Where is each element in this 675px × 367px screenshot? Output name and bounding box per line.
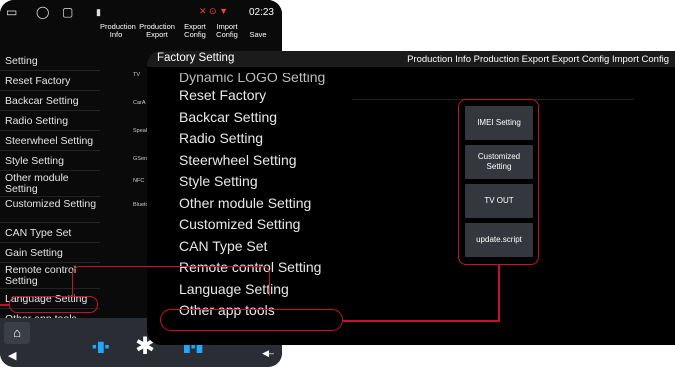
phone-item-reset-factory[interactable]: Reset Factory (0, 71, 100, 91)
highlight-panel-other-app-tools (160, 309, 343, 331)
phone-right-label-gsen: GSen (133, 156, 148, 162)
back-arrow-icon[interactable]: ◀ (8, 349, 16, 362)
panel-item-style[interactable]: Style Setting (179, 171, 325, 193)
phone-item-backcar[interactable]: Backcar Setting (0, 91, 100, 111)
panel-header: Factory Setting Production Info Producti… (147, 51, 675, 67)
home-icon[interactable]: ⌂ (4, 322, 30, 344)
menu-import-config[interactable]: Import Config (213, 23, 241, 47)
menu-export-config[interactable]: Export Config (182, 23, 208, 47)
menu-save[interactable]: Save (246, 31, 270, 39)
menu-production-info[interactable]: Production Info (100, 23, 136, 47)
connector-line-horizontal (343, 320, 500, 322)
recent-apps-icon: ◯ (36, 5, 50, 19)
panel-item-dynamic-logo[interactable]: Dynamic LOGO Setting (179, 73, 325, 85)
panel-item-reset-factory[interactable]: Reset Factory (179, 85, 325, 107)
panel-item-radio[interactable]: Radio Setting (179, 128, 325, 150)
screen-icon: ▢ (62, 5, 74, 19)
phone-item-steerwheel[interactable]: Steerwheel Setting (0, 131, 100, 151)
phone-item-gain[interactable]: Gain Setting (0, 243, 100, 263)
phone-item-can-type[interactable]: CAN Type Set (0, 223, 100, 243)
phone-item-other-module[interactable]: Other module Setting (0, 171, 100, 197)
phone-menu-bar: Production Info Production Export Export… (100, 23, 270, 47)
battery-icon: ▮ (96, 7, 101, 17)
phone-item-style[interactable]: Style Setting (0, 151, 100, 171)
connector-line-vertical (498, 265, 500, 321)
panel-menu[interactable]: Production Info Production Export Export… (407, 54, 669, 65)
window-icon: ▭ (6, 5, 18, 19)
left-level-icon[interactable]: ▪▮▪ (92, 338, 110, 355)
menu-production-export[interactable]: Production Export (137, 23, 177, 47)
status-time: 02:23 (248, 7, 274, 18)
phone-right-label-speal: Speal (133, 128, 148, 134)
panel-item-other-module[interactable]: Other module Setting (179, 193, 325, 215)
panel-item-can-type[interactable]: CAN Type Set (179, 236, 325, 258)
highlight-phone-other-app-tools (9, 296, 98, 313)
panel-item-steerwheel[interactable]: Steerwheel Setting (179, 150, 325, 172)
connector-line-left (0, 304, 10, 306)
highlight-tool-buttons (458, 99, 539, 265)
factory-setting-panel: Factory Setting Production Info Producti… (147, 51, 675, 345)
phone-right-label-tv: TV (133, 72, 141, 78)
panel-item-customized[interactable]: Customized Setting (179, 214, 325, 236)
phone-right-label-cara: CarA (133, 100, 146, 106)
phone-item-customized[interactable]: Customized Setting (0, 197, 100, 223)
phone-item-radio[interactable]: Radio Setting (0, 111, 100, 131)
connector-bracket (72, 266, 270, 296)
phone-item-setting[interactable]: Setting (0, 51, 100, 71)
volume-icon[interactable]: ◀– (262, 348, 274, 359)
signal-icons: ✕ ⊙ ▼ (199, 6, 228, 16)
panel-item-backcar[interactable]: Backcar Setting (179, 107, 325, 129)
panel-title: Factory Setting (157, 52, 235, 64)
phone-right-label-nfc: NFC (133, 178, 145, 184)
